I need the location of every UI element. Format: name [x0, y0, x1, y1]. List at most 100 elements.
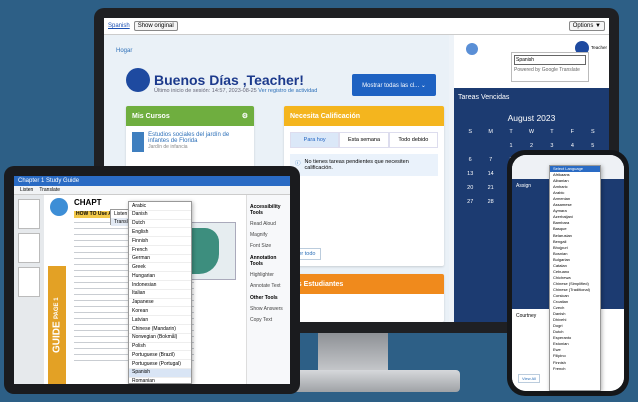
language-option[interactable]: Norwegian (Bokmål)	[129, 334, 191, 343]
calendar-day[interactable]: 27	[460, 199, 480, 205]
tab-all[interactable]: Todo debido	[388, 132, 438, 148]
show-original-button[interactable]: Show original	[133, 21, 178, 31]
language-option[interactable]: German	[129, 255, 191, 264]
page-thumbnails	[14, 195, 44, 384]
page-label: PAGE 1	[54, 297, 60, 319]
grading-tabs: Para hoy Esta semana Todo debido	[290, 132, 438, 148]
magnify-tool[interactable]: Magnify	[250, 232, 287, 238]
language-option[interactable]: Japanese	[129, 299, 191, 308]
language-option[interactable]: English	[129, 228, 191, 238]
grading-title: Necesita Calificación	[290, 112, 361, 120]
empty-text: No tienes tareas pendientes que necesite…	[304, 159, 409, 171]
thumbnail[interactable]	[18, 199, 40, 229]
weekday-label: T	[550, 129, 554, 135]
calendar-day[interactable]: 14	[480, 171, 500, 177]
overdue-title: Tareas Vencidas	[458, 94, 510, 101]
language-option[interactable]: Greek	[129, 263, 191, 273]
grading-card: Necesita Calificación Para hoy Esta sema…	[284, 106, 444, 266]
calendar-day[interactable]	[460, 143, 480, 149]
show-all-classes-button[interactable]: Mostrar todas las cl... ⌄	[352, 74, 436, 96]
calendar-day[interactable]: 20	[460, 185, 480, 191]
calendar-day[interactable]: 1	[501, 143, 521, 149]
language-select[interactable]: Spanish	[108, 23, 130, 29]
avatar	[126, 68, 150, 92]
thumbnail[interactable]	[18, 267, 40, 297]
students-card: Mis Estudiantes	[284, 274, 444, 322]
copy-text-tool[interactable]: Copy Text	[250, 317, 287, 323]
calendar-day[interactable]: 7	[480, 157, 500, 163]
translate-tool[interactable]: Translate	[39, 187, 60, 193]
language-option[interactable]: Arabic	[129, 202, 191, 211]
tablet-toolbar: Listen Translate	[14, 186, 290, 195]
language-option[interactable]: Romanian	[129, 378, 191, 384]
language-option[interactable]: Polish	[129, 343, 191, 352]
weekday-label: S	[590, 129, 595, 135]
annotation-title: Annotation Tools	[250, 255, 277, 267]
calendar-day[interactable]	[480, 143, 500, 149]
phone-language-dropdown: Select Language Afrikaans Albanian Amharic A…	[549, 165, 601, 391]
phone-view-all-button[interactable]: View All	[518, 374, 540, 383]
user-label: Teacher	[590, 45, 607, 50]
grading-header: Necesita Calificación	[284, 106, 444, 126]
calendar-day[interactable]: 4	[562, 143, 582, 149]
font-size-tool[interactable]: Font Size	[250, 243, 287, 249]
calendar-month: August 2023	[507, 113, 556, 123]
weekday-label: S	[468, 129, 473, 135]
language-option[interactable]: Korean	[129, 307, 191, 317]
calendar-day[interactable]: 6	[460, 157, 480, 163]
settings-icon[interactable]	[466, 43, 478, 55]
course-item[interactable]: Estudios sociales del jardín de infantes…	[126, 126, 254, 158]
translate-popup: Spanish Powered by Google Translate	[511, 52, 589, 82]
breadcrumb[interactable]: Hogar	[116, 48, 132, 54]
course-sub: Jardín de infancia	[148, 144, 188, 150]
translate-bar: Spanish Show original Options ▼	[104, 18, 609, 35]
weekday-label: W	[528, 129, 535, 135]
tab-today[interactable]: Para hoy	[290, 132, 340, 148]
language-option[interactable]: French	[129, 246, 191, 255]
tablet-screen: Chapter 1 Study Guide Listen Translate C…	[14, 176, 290, 384]
read-aloud-tool[interactable]: Read Aloud	[250, 221, 287, 227]
translate-language-select[interactable]: Spanish	[514, 55, 586, 65]
guide-label: GUIDE	[51, 321, 63, 354]
language-option[interactable]: Latvian	[129, 316, 191, 325]
course-thumbnail	[132, 132, 145, 152]
weekday-label: T	[509, 129, 513, 135]
calendar-day[interactable]: 21	[480, 185, 500, 191]
tab-week[interactable]: Esta semana	[339, 132, 389, 148]
courses-title: Mis Cursos	[132, 112, 170, 120]
chapter-title: CHAPT	[74, 198, 102, 207]
language-option[interactable]: Finnish	[129, 237, 191, 246]
language-option[interactable]: French	[550, 366, 600, 372]
annotate-text-tool[interactable]: Annotate Text	[250, 283, 287, 289]
thumbnail[interactable]	[18, 233, 40, 263]
calendar-day[interactable]: 3	[542, 143, 562, 149]
language-option[interactable]: Danish	[129, 211, 191, 220]
language-option[interactable]: Portuguese (Portugal)	[129, 360, 191, 369]
activity-link[interactable]: Ver registro de actividad	[258, 88, 317, 94]
page-title: Buenos Días ,Teacher!	[154, 72, 304, 88]
show-answers-tool[interactable]: Show Answers	[250, 306, 287, 312]
course-name[interactable]: Estudios sociales del jardín de infantes…	[148, 132, 248, 144]
options-button[interactable]: Options ▼	[568, 21, 605, 31]
empty-notice: ⓘ No tienes tareas pendientes que necesi…	[290, 154, 438, 176]
calendar-day[interactable]: 2	[521, 143, 541, 149]
calendar-day[interactable]: 28	[480, 199, 500, 205]
language-option[interactable]: Chinese (Mandarin)	[129, 325, 191, 334]
highlighter-tool[interactable]: Highlighter	[250, 272, 287, 278]
globe-icon	[50, 198, 68, 216]
language-option[interactable]: Spanish	[129, 368, 191, 378]
last-login-text: Último inicio de sesión: 14:57, 2023-08-…	[154, 88, 257, 94]
language-option[interactable]: Hungarian	[129, 272, 191, 282]
weekday-label: F	[570, 129, 575, 135]
monitor-stand	[318, 333, 388, 373]
courses-header: Mis Cursos ⚙	[126, 106, 254, 126]
weekday-label: M	[488, 129, 493, 135]
listen-tool[interactable]: Listen	[20, 187, 33, 193]
calendar-day[interactable]: 13	[460, 171, 480, 177]
language-option[interactable]: Italian	[129, 290, 191, 299]
language-option[interactable]: Dutch	[129, 220, 191, 229]
language-option[interactable]: Indonesian	[129, 281, 191, 290]
language-option[interactable]: Portuguese (Brazil)	[129, 351, 191, 361]
calendar-day[interactable]: 5	[583, 143, 603, 149]
gear-icon[interactable]: ⚙	[242, 112, 248, 120]
